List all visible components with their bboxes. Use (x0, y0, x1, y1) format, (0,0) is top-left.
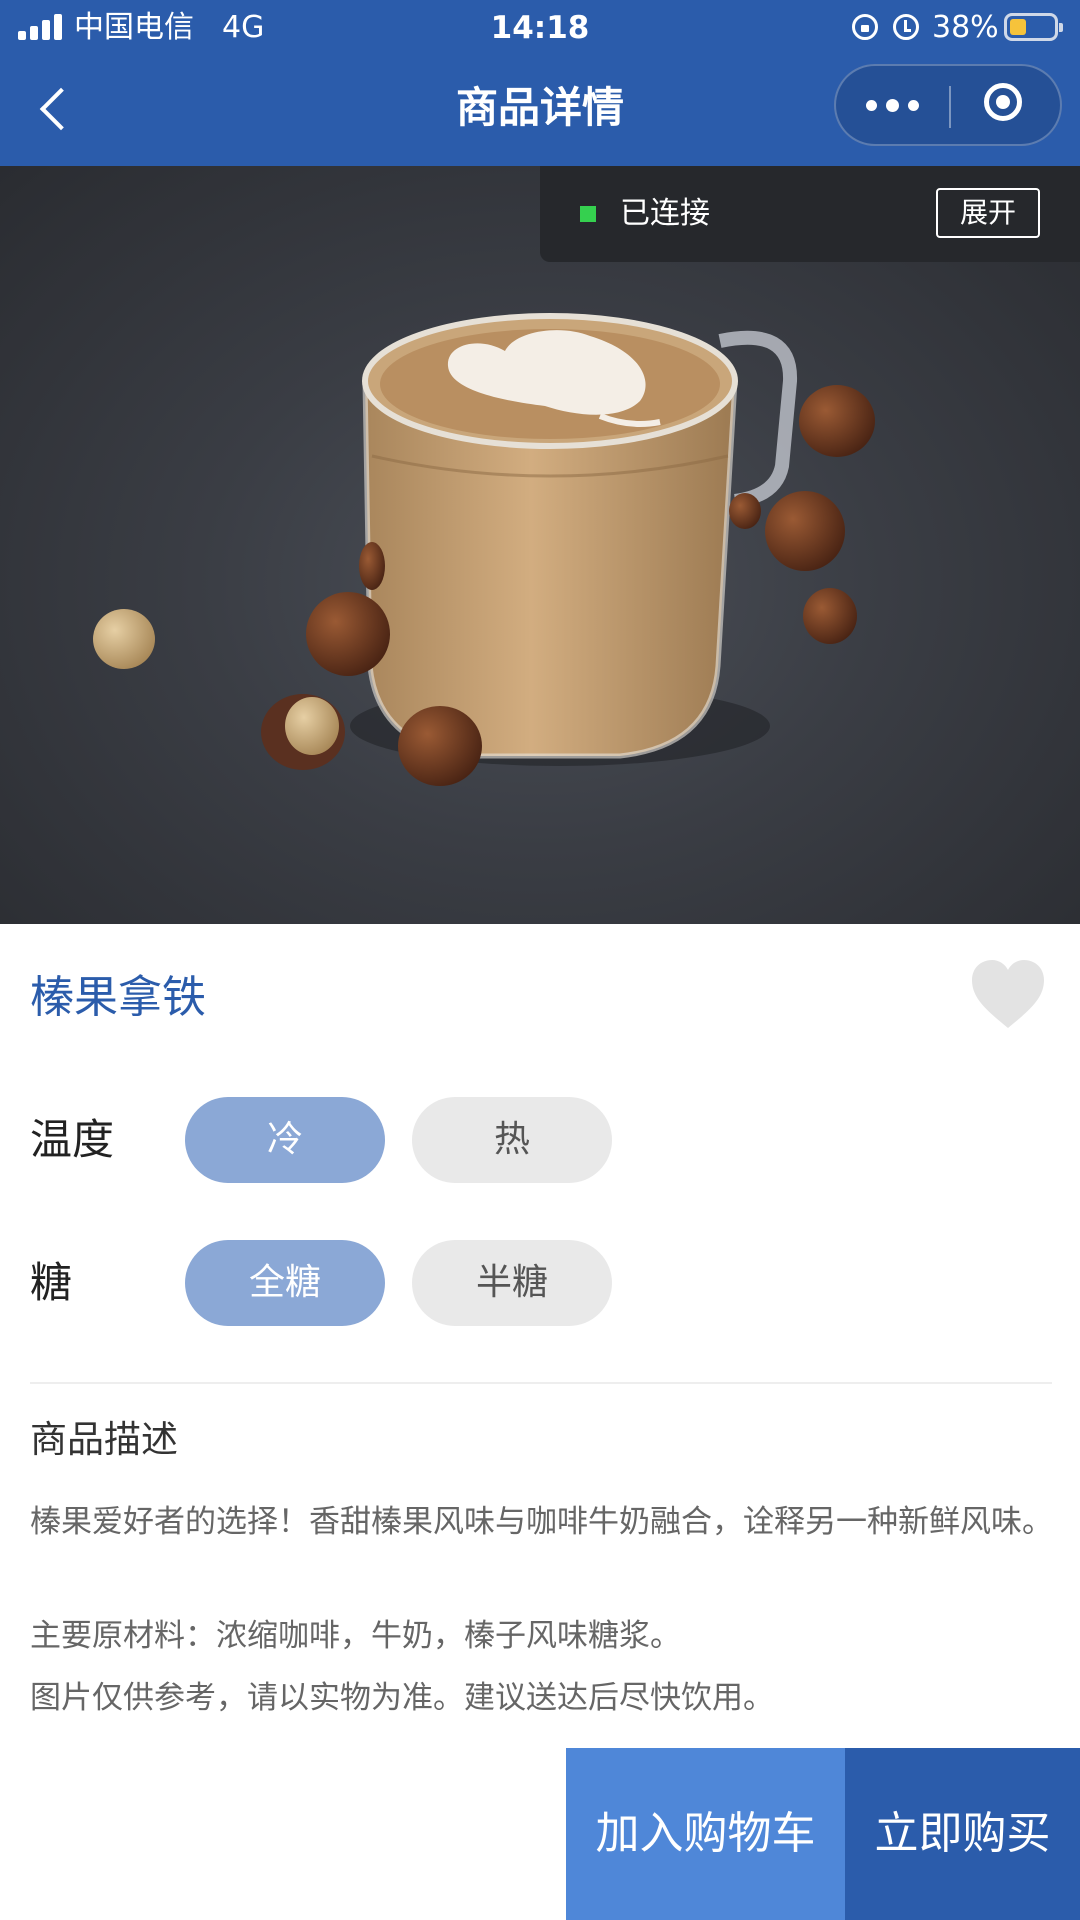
connection-status-dot (580, 206, 596, 222)
temperature-label: 温度 (30, 1115, 115, 1164)
add-to-cart-button[interactable]: 加入购物车 (566, 1748, 845, 1920)
hazelnut-latte-photo (93, 313, 875, 786)
option-hot-button[interactable]: 热 (412, 1097, 612, 1183)
mini-program-capsule (834, 64, 1062, 146)
option-half-sugar-button[interactable]: 半糖 (412, 1240, 612, 1326)
description-paragraph: 榛果爱好者的选择！香甜榛果风味与咖啡牛奶融合，诠释另一种新鲜风味。 (30, 1504, 1053, 1540)
heart-icon[interactable] (968, 956, 1048, 1032)
connection-status-text: 已连接 (620, 196, 710, 231)
option-cold-button[interactable]: 冷 (185, 1097, 385, 1183)
description-notice: 图片仅供参考，请以实物为准。建议送达后尽快饮用。 (30, 1680, 774, 1716)
orientation-lock-icon (852, 14, 878, 40)
section-divider (30, 1382, 1052, 1384)
sugar-label: 糖 (30, 1258, 73, 1307)
alarm-icon (893, 14, 919, 40)
capsule-divider (949, 86, 951, 128)
battery-percent: 38% (932, 10, 999, 45)
expand-button[interactable]: 展开 (936, 188, 1040, 238)
product-image (0, 166, 1080, 924)
option-full-sugar-button[interactable]: 全糖 (185, 1240, 385, 1326)
close-target-icon[interactable] (952, 66, 1060, 144)
status-bar: 中国电信 4G 14:18 38% (0, 0, 1080, 56)
top-bar: 中国电信 4G 14:18 38% 商品详情 (0, 0, 1080, 166)
product-name: 榛果拿铁 (30, 972, 206, 1023)
navigation-bar: 商品详情 (0, 56, 1080, 166)
battery-icon (1004, 13, 1063, 41)
description-ingredients: 主要原材料：浓缩咖啡，牛奶，榛子风味糖浆。 (30, 1618, 681, 1654)
more-dots-icon[interactable] (836, 66, 948, 144)
description-title: 商品描述 (30, 1418, 178, 1461)
connection-panel: 已连接 展开 (540, 166, 1080, 262)
buy-now-button[interactable]: 立即购买 (845, 1748, 1080, 1920)
